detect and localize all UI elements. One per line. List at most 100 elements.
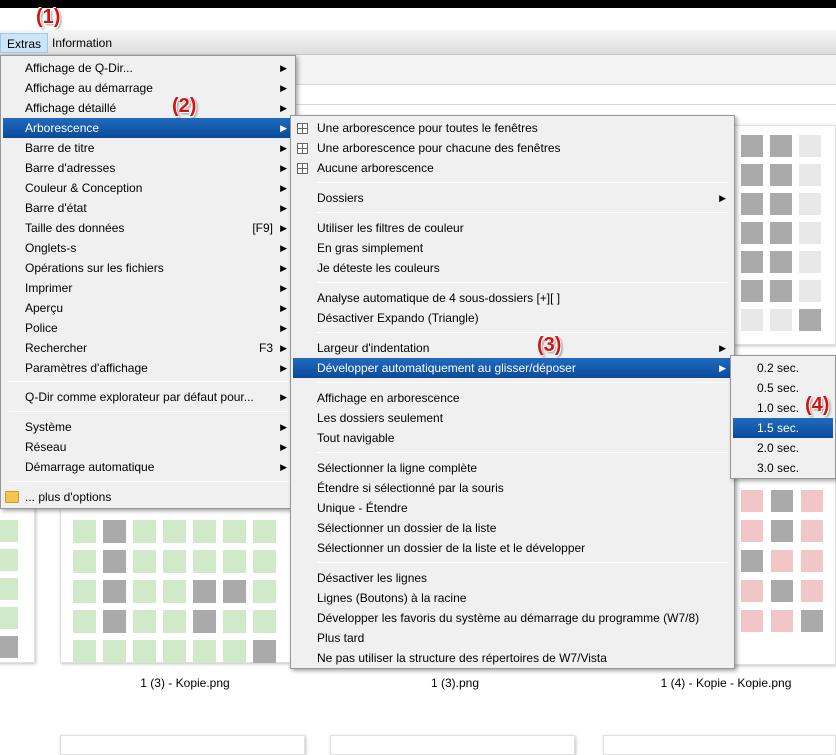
extras-item-demarrage-automatique[interactable]: Démarrage automatique ▶ — [3, 457, 293, 477]
extras-item-barre-d-adresses[interactable]: Barre d'adresses ▶ — [3, 158, 293, 178]
tree-item-affichage-en-arborescence[interactable]: Affichage en arborescence — [293, 388, 732, 408]
submenu-arrow-icon: ▶ — [280, 83, 287, 93]
menu-information[interactable]: Information — [46, 33, 118, 53]
menu-separator — [317, 452, 728, 453]
tree-item-selectionner-un-dossier-de-la-liste[interactable]: Sélectionner un dossier de la liste — [293, 518, 732, 538]
tree-item-une-arborescence-pour-toutes-le-fenetres[interactable]: Une arborescence pour toutes le fenêtres — [293, 118, 732, 138]
tree-item-en-gras-simplement[interactable]: En gras simplement — [293, 238, 732, 258]
tree-item-unique-etendre[interactable]: Unique - Étendre — [293, 498, 732, 518]
tree-item-dossiers[interactable]: Dossiers ▶ — [293, 188, 732, 208]
submenu-arrow-icon: ▶ — [280, 323, 287, 333]
tree-item-desactiver-expando-triangle[interactable]: Désactiver Expando (Triangle) — [293, 308, 732, 328]
menu-item-label: Couleur & Conception — [25, 181, 143, 195]
grid-cell — [0, 549, 18, 571]
menu-item-label: Une arborescence pour toutes le fenêtres — [317, 121, 538, 135]
grid-cell — [253, 580, 276, 603]
extras-item-taille-des-donnees[interactable]: Taille des données [F9] ▶ — [3, 218, 293, 238]
tree-item-etendre-si-selectionne-par-la-souris[interactable]: Étendre si sélectionné par la souris — [293, 478, 732, 498]
menu-item-label: Barre de titre — [25, 141, 95, 155]
delay-item-2-0-sec[interactable]: 2.0 sec. — [733, 438, 833, 458]
tree-item-aucune-arborescence[interactable]: Aucune arborescence — [293, 158, 732, 178]
tree-item-utiliser-les-filtres-de-couleur[interactable]: Utiliser les filtres de couleur — [293, 218, 732, 238]
grid-cell — [163, 580, 186, 603]
grid-cell — [770, 135, 792, 157]
menu-item-label: Aucune arborescence — [317, 161, 434, 175]
menu-item-label: Opérations sur les fichiers — [25, 261, 164, 275]
extras-item-couleur-conception[interactable]: Couleur & Conception ▶ — [3, 178, 293, 198]
extras-item-rechercher[interactable]: Rechercher F3 ▶ — [3, 338, 293, 358]
grid-cell — [771, 550, 793, 572]
tree-item-une-arborescence-pour-chacune-des-fenetres[interactable]: Une arborescence pour chacune des fenêtr… — [293, 138, 732, 158]
grid-cell — [133, 610, 156, 633]
grid-cell — [193, 580, 216, 603]
extras-item-onglets-s[interactable]: Onglets-s ▶ — [3, 238, 293, 258]
extras-item-systeme[interactable]: Système ▶ — [3, 417, 293, 437]
thumbnail-row2-2[interactable] — [330, 735, 575, 755]
submenu-arrow-icon: ▶ — [280, 392, 287, 402]
extras-item-q-dir-comme-explorateur-par-defaut-pour[interactable]: Q-Dir comme explorateur par défaut pour.… — [3, 387, 293, 407]
menu-separator — [317, 382, 728, 383]
grid-cell — [163, 520, 186, 543]
extras-item-reseau[interactable]: Réseau ▶ — [3, 437, 293, 457]
extras-item-barre-de-titre[interactable]: Barre de titre ▶ — [3, 138, 293, 158]
submenu-arrow-icon: ▶ — [280, 363, 287, 373]
menu-extras[interactable]: Extras — [0, 33, 49, 53]
grid-cell — [771, 490, 793, 512]
submenu-arrow-icon: ▶ — [280, 462, 287, 472]
extras-item-apercu[interactable]: Aperçu ▶ — [3, 298, 293, 318]
delay-item-1-5-sec[interactable]: 1.5 sec. — [733, 418, 833, 438]
extras-item-operations-sur-les-fichiers[interactable]: Opérations sur les fichiers ▶ — [3, 258, 293, 278]
extras-item-arborescence[interactable]: Arborescence ▶ — [3, 118, 293, 138]
tree-item-desactiver-les-lignes[interactable]: Désactiver les lignes — [293, 568, 732, 588]
delay-item-3-0-sec[interactable]: 3.0 sec. — [733, 458, 833, 478]
grid-cell — [0, 607, 18, 629]
menu-item-label: Q-Dir comme explorateur par défaut pour.… — [25, 390, 254, 404]
submenu-arrow-icon: ▶ — [280, 223, 287, 233]
submenu-arrow-icon: ▶ — [280, 303, 287, 313]
extras-item-parametres-d-affichage[interactable]: Paramètres d'affichage ▶ — [3, 358, 293, 378]
menu-separator — [317, 562, 728, 563]
extras-item-affichage-detaille[interactable]: Affichage détaillé ▶ — [3, 98, 293, 118]
menu-item-label: 1.5 sec. — [757, 421, 800, 435]
tree-item-developper-automatiquement-au-glisser-deposer[interactable]: Développer automatiquement au glisser/dé… — [293, 358, 732, 378]
tree-item-selectionner-un-dossier-de-la-liste-et-le-developper[interactable]: Sélectionner un dossier de la liste et l… — [293, 538, 732, 558]
thumbnail-row2-3[interactable] — [603, 735, 836, 755]
thumbnail-image-grid — [741, 490, 823, 632]
extras-item-affichage-au-demarrage[interactable]: Affichage au démarrage ▶ — [3, 78, 293, 98]
menu-item-label: Étendre si sélectionné par la souris — [317, 481, 504, 495]
tree-item-ne-pas-utiliser-la-structure-des-repertoires-de-w7-vista[interactable]: Ne pas utiliser la structure des réperto… — [293, 648, 732, 668]
grid-cell — [771, 580, 793, 602]
submenu-arrow-icon: ▶ — [280, 343, 287, 353]
grid-cell — [223, 640, 246, 663]
tree-grid-icon — [297, 123, 308, 134]
menu-item-label: Rechercher — [25, 341, 88, 355]
grid-cell — [73, 520, 96, 543]
thumbnail-row2-1[interactable] — [60, 735, 305, 755]
tree-item-selectionner-la-ligne-complete[interactable]: Sélectionner la ligne complète — [293, 458, 732, 478]
tree-item-developper-les-favoris-du-systeme-au-demarrage-du-programme-w7-8[interactable]: Développer les favoris du système au dém… — [293, 608, 732, 628]
tree-item-les-dossiers-seulement[interactable]: Les dossiers seulement — [293, 408, 732, 428]
tree-item-analyse-automatique-de-4-sous-dossiers[interactable]: Analyse automatique de 4 sous-dossiers [… — [293, 288, 732, 308]
tree-item-plus-tard[interactable]: Plus tard — [293, 628, 732, 648]
grid-cell — [801, 580, 823, 602]
grid-cell — [741, 164, 763, 186]
menu-item-label: Désactiver Expando (Triangle) — [317, 311, 479, 325]
extras-item-plus-d-options[interactable]: ... plus d'options — [3, 487, 293, 507]
menu-separator — [317, 212, 728, 213]
grid-cell — [771, 520, 793, 542]
grid-cell — [223, 610, 246, 633]
submenu-arrow-icon: ▶ — [280, 143, 287, 153]
menu-item-label: Développer automatiquement au glisser/dé… — [317, 361, 576, 375]
tree-item-tout-navigable[interactable]: Tout navigable — [293, 428, 732, 448]
tree-item-lignes-boutons-a-la-racine[interactable]: Lignes (Boutons) à la racine — [293, 588, 732, 608]
extras-item-affichage-de-q-dir[interactable]: Affichage de Q-Dir... ▶ — [3, 58, 293, 78]
extras-item-barre-d-etat[interactable]: Barre d'état ▶ — [3, 198, 293, 218]
delay-item-0-2-sec[interactable]: 0.2 sec. — [733, 358, 833, 378]
extras-item-police[interactable]: Police ▶ — [3, 318, 293, 338]
submenu-arrow-icon: ▶ — [280, 243, 287, 253]
tree-item-je-deteste-les-couleurs[interactable]: Je déteste les couleurs — [293, 258, 732, 278]
extras-item-imprimer[interactable]: Imprimer ▶ — [3, 278, 293, 298]
tree-item-largeur-d-indentation[interactable]: Largeur d'indentation ▶ — [293, 338, 732, 358]
submenu-arrow-icon: ▶ — [719, 343, 726, 353]
grid-cell — [799, 222, 821, 244]
